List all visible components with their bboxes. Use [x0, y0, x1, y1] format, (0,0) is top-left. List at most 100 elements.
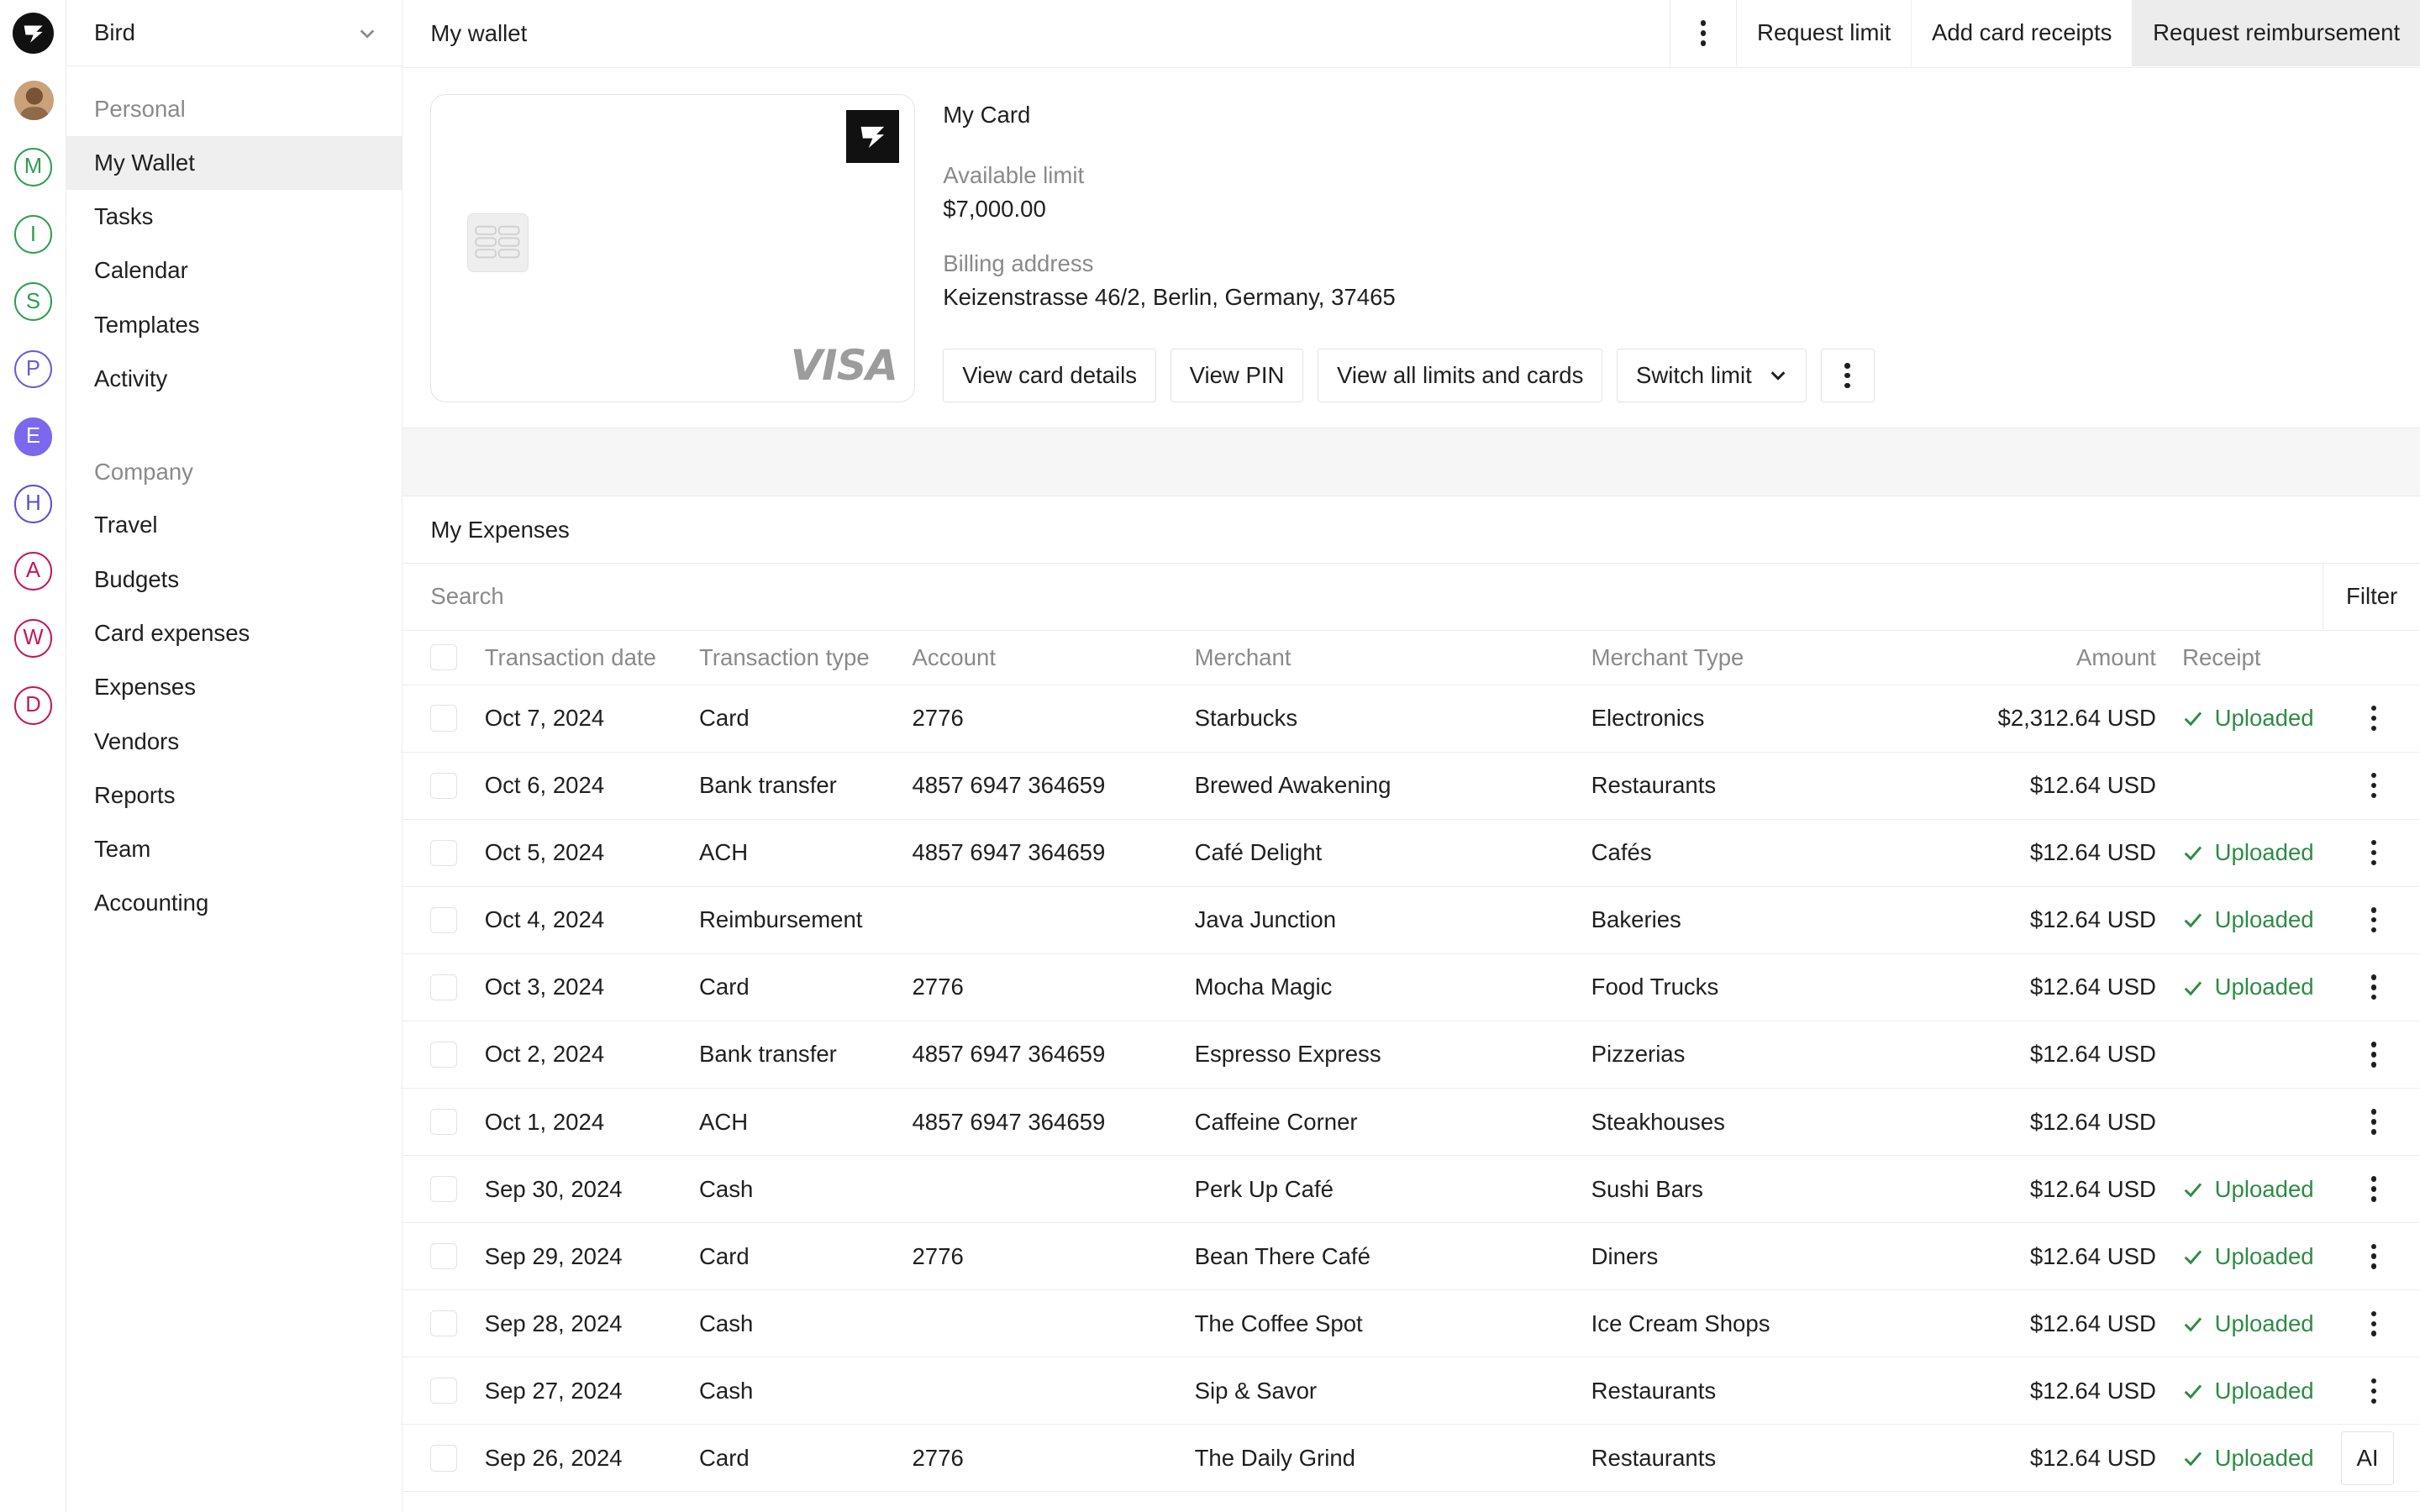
- view-card-details-button[interactable]: View card details: [943, 349, 1157, 403]
- row-menu-button[interactable]: [2346, 1290, 2402, 1357]
- column-header-amount[interactable]: Amount: [2076, 631, 2156, 684]
- cell-type: Card: [699, 1444, 750, 1471]
- row-checkbox[interactable]: [430, 1310, 457, 1337]
- table-row[interactable]: Oct 3, 2024 Card 2776 Mocha Magic Food Truck…: [402, 954, 2420, 1021]
- filter-button[interactable]: Filter: [2323, 564, 2420, 629]
- row-checkbox[interactable]: [430, 1041, 457, 1068]
- table-row[interactable]: Oct 2, 2024 Bank transfer 4857 6947 364659…: [402, 1021, 2420, 1089]
- row-checkbox[interactable]: [430, 839, 457, 866]
- chevron-down-icon: [1770, 371, 1786, 381]
- workspace-item-i[interactable]: I: [13, 215, 53, 255]
- row-menu-button[interactable]: [2346, 753, 2402, 819]
- row-menu-button[interactable]: [2346, 1089, 2402, 1155]
- card-visual[interactable]: VISA: [430, 94, 916, 403]
- row-menu-button[interactable]: [2346, 1223, 2402, 1289]
- column-header-merchant[interactable]: Merchant: [1195, 631, 1292, 684]
- receipt-status: Uploaded: [2182, 1425, 2314, 1491]
- ai-assistant-button[interactable]: AI: [2341, 1431, 2394, 1485]
- sidebar-item-my-wallet[interactable]: My Wallet: [66, 135, 402, 190]
- row-checkbox[interactable]: [430, 974, 457, 1000]
- card-more-button[interactable]: [1820, 349, 1875, 403]
- row-checkbox[interactable]: [430, 705, 457, 732]
- sidebar-item-vendors[interactable]: Vendors: [66, 714, 402, 768]
- table-row[interactable]: Sep 26, 2024 Card 2776 The Daily Grind Resta…: [402, 1425, 2420, 1493]
- more-actions-button[interactable]: [1670, 0, 1737, 66]
- sidebar-item-budgets[interactable]: Budgets: [66, 553, 402, 606]
- request-reimbursement-button[interactable]: Request reimbursement: [2132, 0, 2420, 66]
- workspace-item-e[interactable]: E: [13, 417, 53, 456]
- cell-merchant: Starbucks: [1194, 705, 1298, 732]
- sidebar-item-activity[interactable]: Activity: [66, 352, 402, 406]
- table-row[interactable]: Oct 4, 2024 Reimbursement Java Junction Bak…: [402, 887, 2420, 954]
- search-input[interactable]: [402, 564, 2323, 629]
- column-header-merchant-type[interactable]: Merchant Type: [1591, 631, 1744, 684]
- table-row[interactable]: Oct 1, 2024 ACH 4857 6947 364659 Caffeine C…: [402, 1089, 2420, 1157]
- column-header-account[interactable]: Account: [912, 631, 996, 684]
- table-row[interactable]: Sep 27, 2024 Cash Sip & Savor Restaurants $1…: [402, 1357, 2420, 1425]
- switch-limit-dropdown[interactable]: Switch limit: [1616, 349, 1807, 403]
- sidebar-item-templates[interactable]: Templates: [66, 297, 402, 351]
- workspace-item-h[interactable]: H: [13, 484, 53, 523]
- column-header-type[interactable]: Transaction type: [699, 631, 870, 684]
- add-card-receipts-button[interactable]: Add card receipts: [1911, 0, 2133, 66]
- row-menu-button[interactable]: [2346, 685, 2402, 752]
- table-row[interactable]: Oct 5, 2024 ACH 4857 6947 364659 Café Delig…: [402, 820, 2420, 887]
- org-switcher[interactable]: Bird: [66, 0, 402, 66]
- sidebar-item-card-expenses[interactable]: Card expenses: [66, 606, 402, 660]
- app-window: MISPEHAWD Bird Personal My Wallet Tasks Ca…: [0, 0, 2420, 1512]
- row-checkbox[interactable]: [430, 1445, 457, 1472]
- row-menu-button[interactable]: [2346, 954, 2402, 1021]
- table-row[interactable]: Sep 28, 2024 Cash The Coffee Spot Ice Cream…: [402, 1290, 2420, 1358]
- row-checkbox[interactable]: [430, 1243, 457, 1270]
- cell-merchant: Mocha Magic: [1194, 974, 1333, 1000]
- receipt-status-label: Uploaded: [2214, 839, 2314, 866]
- row-checkbox[interactable]: [430, 1175, 457, 1203]
- row-checkbox[interactable]: [430, 906, 457, 933]
- sidebar-item-tasks[interactable]: Tasks: [66, 190, 402, 244]
- workspace-item-m[interactable]: M: [13, 148, 53, 187]
- top-actions: Request limit Add card receipts Request …: [1670, 0, 2420, 66]
- row-menu-button[interactable]: [2346, 1357, 2402, 1424]
- available-limit-label: Available limit: [943, 161, 1085, 188]
- row-checkbox[interactable]: [430, 772, 457, 799]
- row-menu-button[interactable]: [2346, 1021, 2402, 1088]
- workspace-item-p[interactable]: P: [13, 349, 53, 389]
- table-row[interactable]: Oct 6, 2024 Bank transfer 4857 6947 364659…: [402, 753, 2420, 820]
- row-menu-button[interactable]: [2346, 1156, 2402, 1222]
- sidebar-item-team[interactable]: Team: [66, 822, 402, 876]
- sidebar-item-reports[interactable]: Reports: [66, 769, 402, 822]
- select-all-checkbox[interactable]: [430, 644, 457, 671]
- workspace-item-d[interactable]: D: [13, 685, 53, 725]
- workspace-item-s[interactable]: S: [13, 282, 53, 322]
- view-all-limits-button[interactable]: View all limits and cards: [1317, 349, 1603, 403]
- column-header-receipt[interactable]: Receipt: [2182, 631, 2260, 684]
- receipt-status-label: Uploaded: [2214, 906, 2314, 933]
- cell-type: Cash: [699, 1377, 754, 1404]
- receipt-status-label: Uploaded: [2214, 1242, 2314, 1269]
- available-limit-value: $7,000.00: [943, 196, 1046, 223]
- workspace-item-a[interactable]: A: [13, 551, 53, 591]
- request-limit-button[interactable]: Request limit: [1736, 0, 1912, 66]
- row-menu-button[interactable]: [2346, 820, 2402, 886]
- check-icon: [2184, 1452, 2202, 1467]
- user-avatar[interactable]: [13, 80, 55, 121]
- cell-amount: $12.64 USD: [2029, 1175, 2156, 1202]
- cell-account: 2776: [912, 1444, 964, 1471]
- table-row[interactable]: Oct 7, 2024 Card 2776 Starbucks Electronics $…: [402, 685, 2420, 753]
- column-header-date[interactable]: Transaction date: [485, 631, 656, 684]
- row-checkbox[interactable]: [430, 1108, 457, 1136]
- table-row[interactable]: Sep 30, 2024 Cash Perk Up Café Sushi Bars $1…: [402, 1156, 2420, 1224]
- more-vertical-icon: [2370, 772, 2377, 799]
- sidebar-item-travel[interactable]: Travel: [66, 498, 402, 552]
- sidebar-item-expenses[interactable]: Expenses: [66, 660, 402, 714]
- table-row[interactable]: Sep 29, 2024 Card 2776 Bean There Café Diner…: [402, 1223, 2420, 1291]
- sidebar-item-accounting[interactable]: Accounting: [66, 876, 402, 930]
- view-pin-button[interactable]: View PIN: [1170, 349, 1304, 403]
- app-logo-icon[interactable]: [12, 12, 55, 55]
- row-checkbox[interactable]: [430, 1378, 457, 1404]
- more-vertical-icon: [2370, 1243, 2377, 1269]
- row-menu-button[interactable]: [2346, 887, 2402, 953]
- sidebar-item-calendar[interactable]: Calendar: [66, 244, 402, 297]
- workspace-item-w[interactable]: W: [13, 618, 53, 658]
- cell-merchant: Espresso Express: [1194, 1041, 1381, 1068]
